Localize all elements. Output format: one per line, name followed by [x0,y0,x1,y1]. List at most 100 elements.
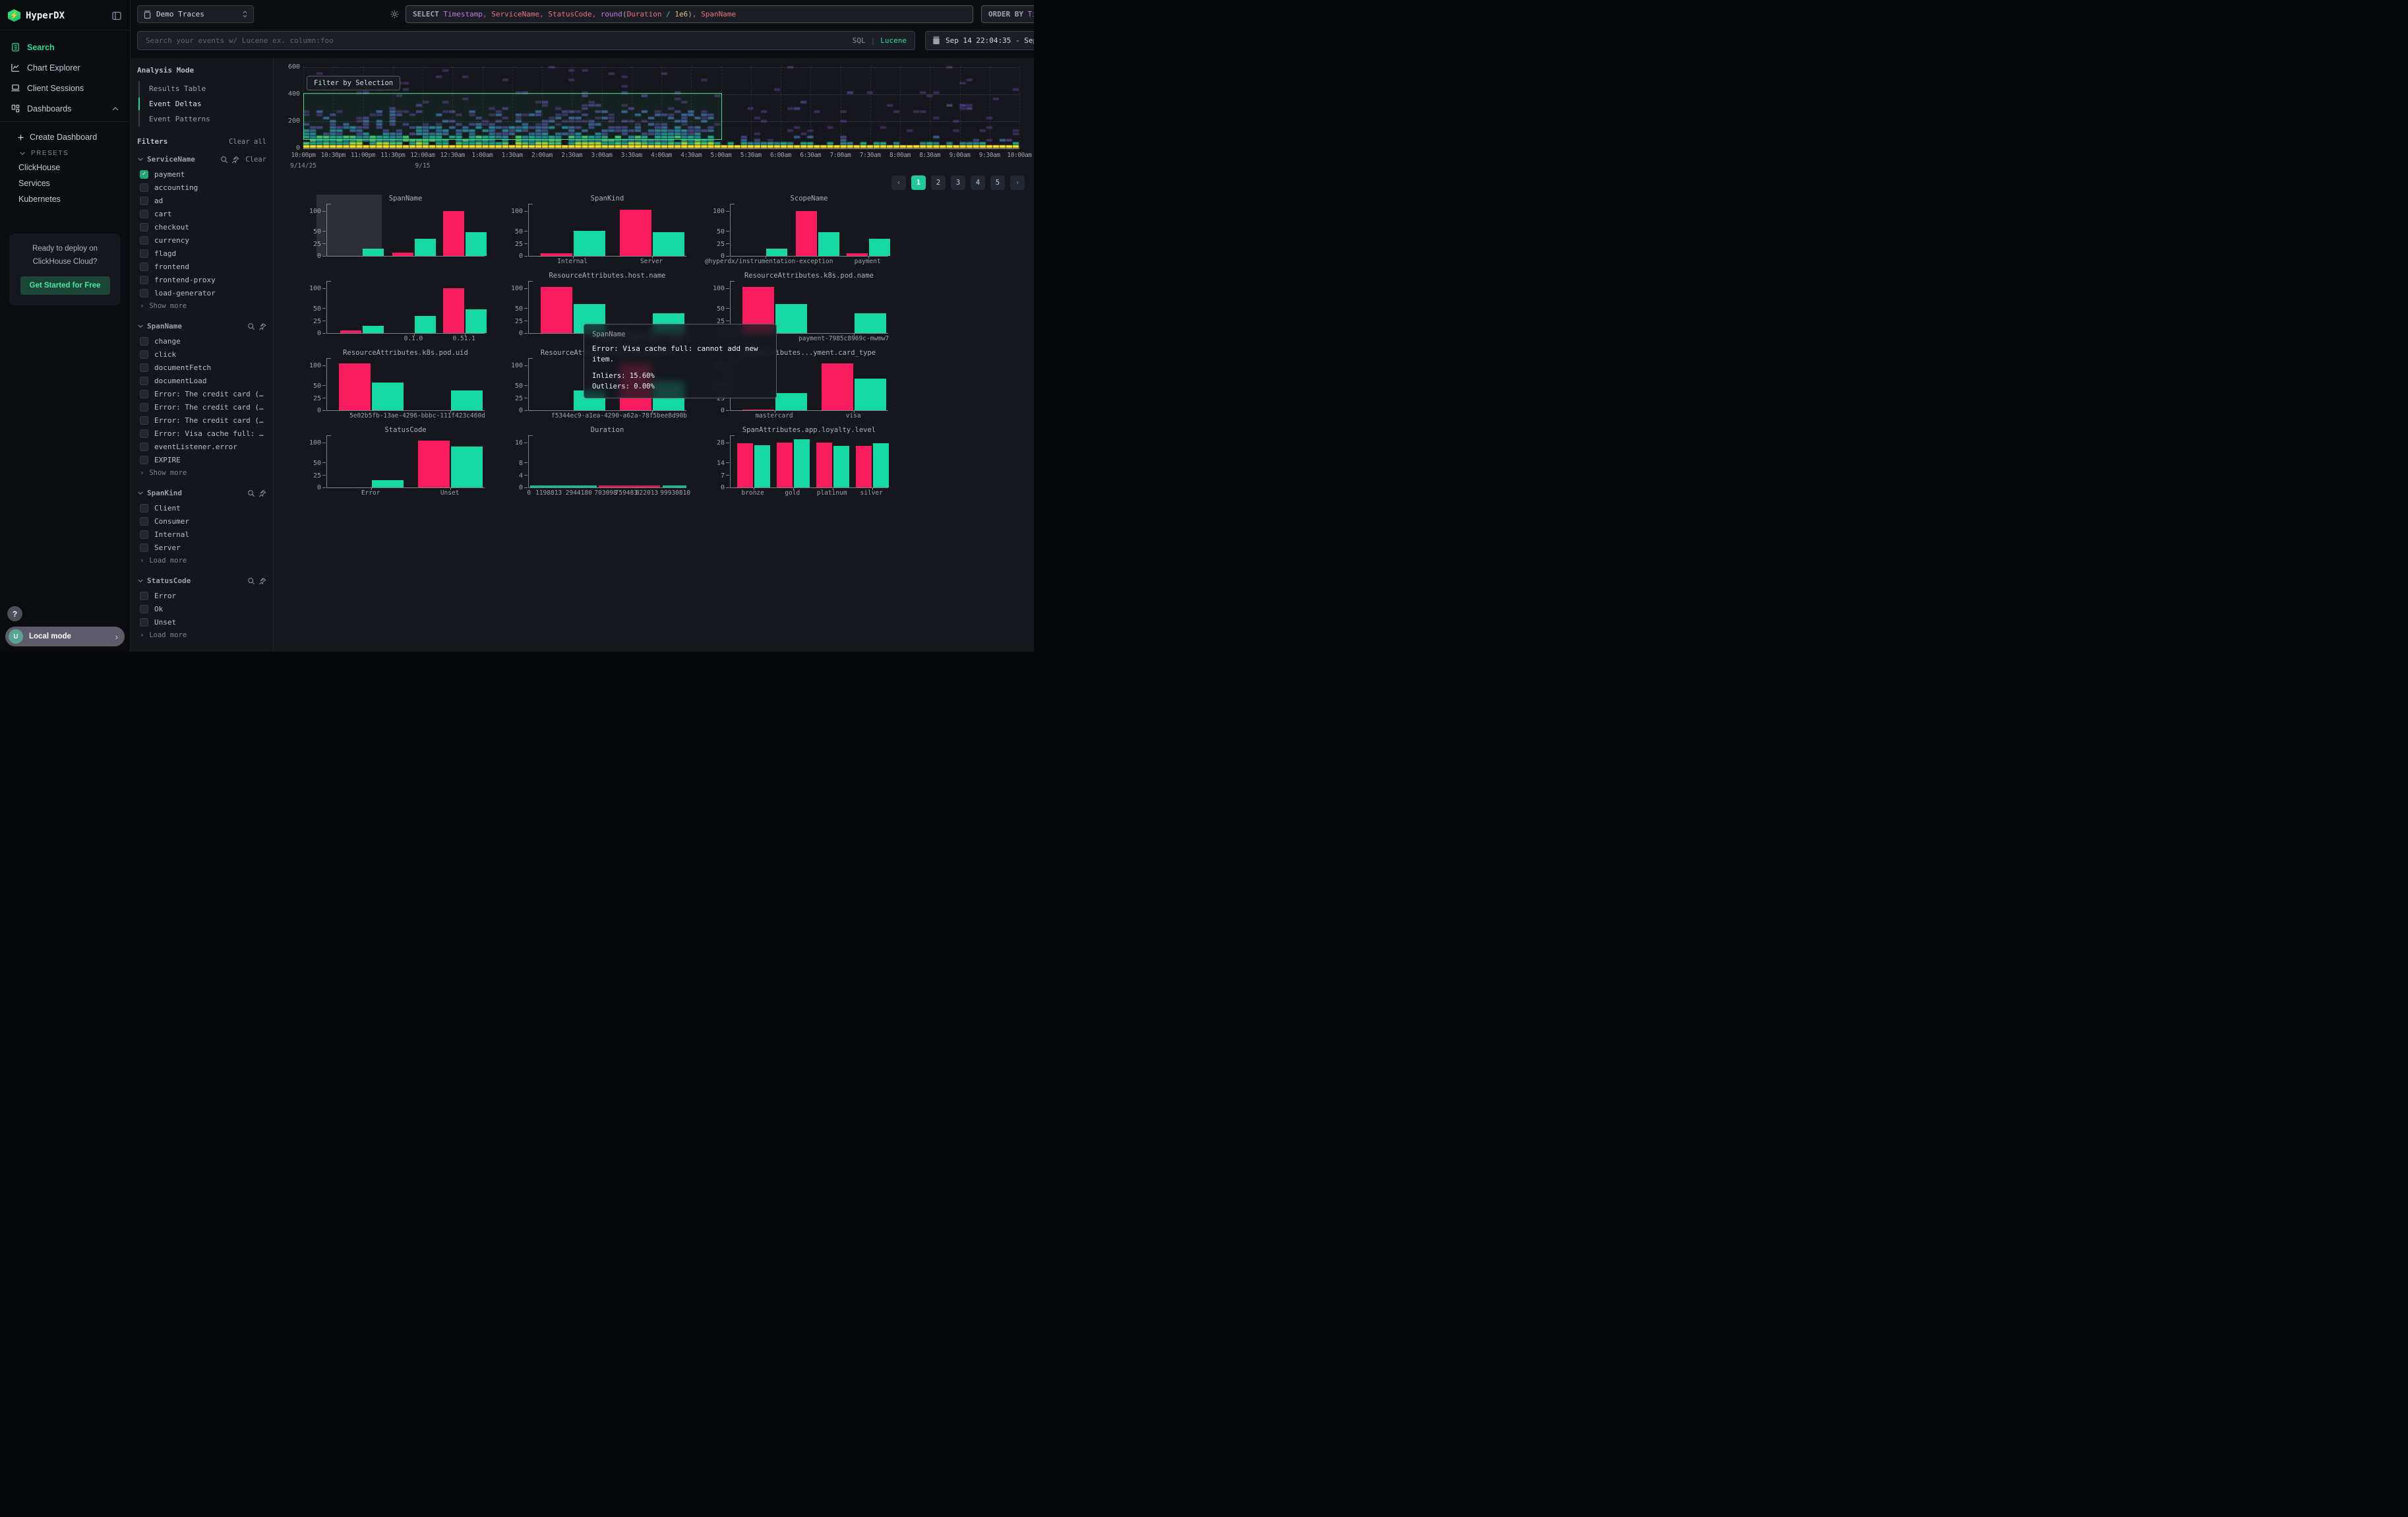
heatmap-selection[interactable] [303,93,722,140]
filter-checkbox-error-the-credit-card-[interactable]: Error: The credit card (… [137,414,266,427]
inlier-bar[interactable] [873,443,889,487]
checkbox[interactable] [140,350,148,359]
search-icon[interactable] [247,489,255,497]
filter-show-more[interactable]: ›Show more [137,466,266,481]
outlier-bar[interactable] [777,443,793,487]
inlier-bar[interactable] [372,480,404,487]
sidebar-item-search[interactable]: Search [0,37,130,57]
inlier-bar[interactable] [451,390,483,410]
filter-checkbox-change[interactable]: change [137,334,266,348]
checkbox[interactable] [140,390,148,398]
filter-group-clear-button[interactable]: Clear [245,156,266,164]
inlier-bar[interactable] [466,309,487,333]
outlier-bar[interactable] [443,211,464,256]
checkbox[interactable] [140,289,148,297]
filter-group-name[interactable]: SpanName [147,322,244,330]
presets-toggle[interactable]: PRESETS [0,146,130,160]
inlier-bar[interactable] [574,231,605,256]
events-heatmap[interactable]: 6004002000 Filter by Selection [303,66,1019,148]
checkbox[interactable] [140,517,148,526]
mode-tab-event-deltas[interactable]: Event Deltas [140,96,266,111]
filter-checkbox-currency[interactable]: currency [137,233,266,247]
lucene-toggle[interactable]: Lucene [880,36,907,45]
inlier-bar[interactable] [415,316,436,333]
outlier-bar[interactable] [418,441,450,487]
page-button-3[interactable]: 3 [951,175,965,190]
sql-toggle[interactable]: SQL [853,36,866,45]
inlier-bar[interactable] [775,393,807,410]
mode-tab-event-patterns[interactable]: Event Patterns [140,111,266,127]
page-button-4[interactable]: 4 [971,175,985,190]
outlier-bar[interactable] [339,363,371,410]
collapse-sidebar-icon[interactable] [111,11,122,21]
clear-all-button[interactable]: Clear all [229,138,266,146]
checkbox[interactable] [140,337,148,346]
checkbox[interactable] [140,210,148,218]
inlier-bar[interactable] [855,379,886,410]
preset-clickhouse[interactable]: ClickHouse [0,160,130,175]
chevron-down-icon[interactable] [137,157,144,162]
local-mode-button[interactable]: U Local mode › [5,627,125,646]
search-icon[interactable] [247,577,255,585]
filter-checkbox-internal[interactable]: Internal [137,528,266,541]
filter-checkbox-ad[interactable]: ad [137,194,266,207]
preset-kubernetes[interactable]: Kubernetes [0,191,130,207]
chevron-down-icon[interactable] [137,324,144,328]
checkbox[interactable] [140,416,148,425]
gear-icon[interactable] [390,9,400,19]
filter-checkbox-client[interactable]: Client [137,501,266,514]
filter-checkbox-checkout[interactable]: checkout [137,220,266,233]
checkbox[interactable] [140,592,148,600]
filter-group-name[interactable]: ServiceName [147,155,217,164]
sidebar-item-chart-explorer[interactable]: Chart Explorer [0,57,130,78]
search-icon[interactable] [247,323,255,330]
inlier-bar[interactable] [363,326,384,333]
page-prev-button[interactable]: ‹ [891,175,906,190]
inlier-bar[interactable] [466,232,487,256]
outlier-bar[interactable] [541,287,572,333]
outlier-bar[interactable] [796,211,817,256]
checkbox[interactable] [140,363,148,372]
outlier-bar[interactable] [847,253,868,256]
filter-checkbox-payment[interactable]: ✓payment [137,168,266,181]
filter-checkbox-error-the-credit-card-[interactable]: Error: The credit card (… [137,387,266,400]
checkbox[interactable] [140,197,148,205]
filter-checkbox-documentload[interactable]: documentLoad [137,374,266,387]
help-button[interactable]: ? [7,606,22,621]
pin-icon[interactable] [258,323,266,330]
filter-checkbox-consumer[interactable]: Consumer [137,514,266,528]
inlier-bar[interactable] [794,439,810,487]
page-button-5[interactable]: 5 [990,175,1005,190]
inlier-bar[interactable] [653,232,684,256]
filter-checkbox-frontend[interactable]: frontend [137,260,266,273]
filter-checkbox-ok[interactable]: Ok [137,602,266,615]
filter-checkbox-cart[interactable]: cart [137,207,266,220]
checkbox[interactable] [140,456,148,464]
filter-by-selection-button[interactable]: Filter by Selection [307,76,400,90]
filter-checkbox-server[interactable]: Server [137,541,266,554]
checkbox[interactable] [140,504,148,512]
inlier-bar[interactable] [415,239,436,256]
filter-checkbox-flagd[interactable]: flagd [137,247,266,260]
inlier-bar[interactable] [754,445,770,487]
search-icon[interactable] [220,156,228,164]
order-by-input[interactable]: ORDER BY Timestamp DESC [981,5,1034,23]
filter-group-name[interactable]: SpanKind [147,489,244,497]
page-next-button[interactable]: › [1010,175,1025,190]
mode-tab-results-table[interactable]: Results Table [140,81,266,96]
checkbox[interactable] [140,618,148,627]
checkbox[interactable]: ✓ [140,170,148,179]
search-input[interactable]: Search your events w/ Lucene ex. column:… [137,31,915,50]
sidebar-item-client-sessions[interactable]: Client Sessions [0,78,130,98]
filter-checkbox-accounting[interactable]: accounting [137,181,266,194]
outlier-bar[interactable] [541,253,572,256]
create-dashboard-button[interactable]: Create Dashboard [0,129,130,146]
checkbox[interactable] [140,263,148,271]
inlier-bar[interactable] [451,447,483,487]
chevron-down-icon[interactable] [137,578,144,583]
outlier-bar[interactable] [816,443,832,487]
inlier-bar[interactable] [363,249,384,256]
filter-checkbox-error-visa-cache-full-[interactable]: Error: Visa cache full: … [137,427,266,440]
filter-checkbox-click[interactable]: click [137,348,266,361]
page-button-1[interactable]: 1 [911,175,926,190]
